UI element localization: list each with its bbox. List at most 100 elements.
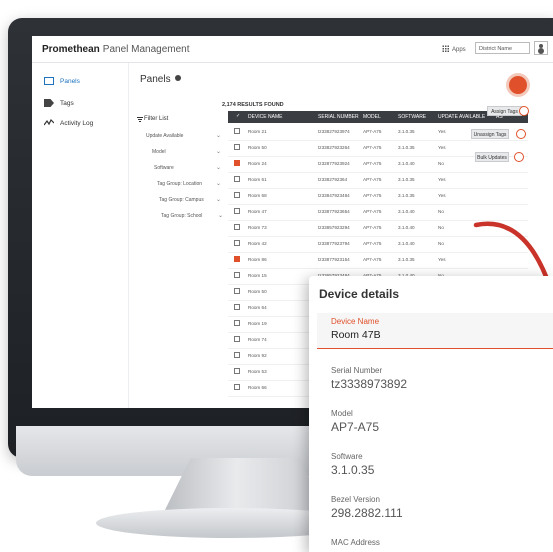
grid-icon (442, 45, 449, 52)
mac-address-label: MAC Address (331, 538, 380, 547)
row-checkbox[interactable] (234, 176, 240, 182)
cell-software: 3.1.0.40 (398, 241, 415, 246)
row-checkbox[interactable] (234, 384, 240, 390)
filter-software[interactable]: Software (154, 165, 174, 171)
col-serial-number[interactable]: SERIAL NUMBER (318, 114, 359, 120)
row-checkbox[interactable] (234, 352, 240, 358)
software-field: Software 3.1.0.35 (331, 452, 374, 477)
model-field: Model AP7-A75 (331, 409, 379, 434)
cell-update-available: Yes (438, 129, 446, 134)
filter-update-available[interactable]: Update Available (146, 133, 183, 139)
district-selector[interactable]: District Name (475, 42, 530, 54)
sidebar-item-activity-log[interactable]: Activity Log (44, 119, 93, 127)
table-header: ✓ DEVICE NAME SERIAL NUMBER MODEL SOFTWA… (228, 111, 528, 123)
row-checkbox[interactable] (234, 128, 240, 134)
cell-update-available: No (438, 161, 444, 166)
refresh-icon[interactable] (514, 152, 524, 162)
filter-model[interactable]: Model (152, 149, 166, 155)
row-checkbox[interactable] (234, 192, 240, 198)
cell-software: 3.1.0.40 (398, 225, 415, 230)
untag-icon[interactable] (516, 129, 526, 139)
page-title-text: Panels (140, 74, 171, 85)
row-checkbox[interactable] (234, 144, 240, 150)
serial-number-label: Serial Number (331, 366, 383, 375)
cell-update-available: Yes (438, 257, 446, 262)
chevron-down-icon[interactable]: ⌄ (218, 212, 223, 219)
info-icon[interactable] (174, 75, 181, 81)
brand-logo: Promethean (42, 43, 100, 55)
cell-device-name: Room 24 (248, 161, 267, 166)
row-checkbox[interactable] (234, 336, 240, 342)
col-device-name[interactable]: DEVICE NAME (248, 114, 282, 120)
row-checkbox[interactable] (234, 304, 240, 310)
select-all-check-icon[interactable]: ✓ (236, 113, 240, 119)
cell-device-name: Room 86 (248, 257, 267, 262)
activity-icon (44, 119, 54, 126)
sidebar-item-label: Panels (60, 77, 80, 85)
tag-icon[interactable] (519, 106, 529, 116)
table-row[interactable]: Room 68 tz33847923484 AP7-A75 3.1.0.35 Yes (228, 188, 528, 205)
filter-title: Filter List (144, 116, 169, 122)
cell-serial-number: tz33827923974 (318, 129, 350, 134)
device-name-field[interactable]: Device Name Room 47B (317, 313, 553, 349)
row-checkbox[interactable] (234, 256, 240, 262)
serial-number-value: tz3338973892 (331, 377, 408, 391)
software-value: 3.1.0.35 (331, 463, 375, 477)
cell-model: AP7-A75 (363, 161, 382, 166)
cell-device-name: Room 74 (248, 337, 267, 342)
chevron-down-icon[interactable]: ⌄ (216, 132, 221, 139)
bulk-updates-button[interactable]: Bulk Updates (475, 152, 509, 162)
cell-serial-number: tz33877923154 (318, 257, 350, 262)
bezel-version-label: Bezel Version (331, 495, 380, 504)
col-software[interactable]: SOFTWARE (398, 114, 426, 120)
table-row[interactable]: Room 61 tz3382792364 AP7-A75 3.1.0.35 Yes (228, 172, 528, 189)
assign-tags-button[interactable]: Assign Tags (487, 106, 522, 116)
cell-serial-number: tz33857923294 (318, 225, 350, 230)
page-title: Panels (140, 74, 181, 85)
cell-serial-number: tz33847923484 (318, 193, 350, 198)
cell-serial-number: tz3382792364 (318, 177, 348, 182)
row-checkbox[interactable] (234, 224, 240, 230)
chevron-down-icon[interactable]: ⌄ (216, 164, 221, 171)
row-checkbox[interactable] (234, 240, 240, 246)
row-checkbox[interactable] (234, 368, 240, 374)
cell-model: AP7-A75 (363, 241, 382, 246)
chevron-down-icon[interactable]: ⌄ (216, 148, 221, 155)
cell-software: 3.1.0.35 (398, 145, 415, 150)
bezel-version-field: Bezel Version 298.2882.111 (331, 495, 403, 520)
row-checkbox[interactable] (234, 160, 240, 166)
sidebar-item-tags[interactable]: Tags (44, 99, 74, 107)
col-update-available[interactable]: UPDATE AVAILABLE (438, 114, 485, 120)
row-checkbox[interactable] (234, 272, 240, 278)
sidebar-item-label: Activity Log (60, 119, 94, 127)
brand-subtitle: Panel Management (102, 43, 190, 55)
cell-model: AP7-A75 (363, 129, 382, 134)
cell-device-name: Room 66 (248, 385, 267, 390)
cell-update-available: No (438, 241, 444, 246)
cell-device-name: Room 61 (248, 177, 267, 182)
cell-software: 3.1.0.35 (398, 129, 415, 134)
filter-tag-school[interactable]: Tag Group: School (161, 213, 202, 219)
unassign-tags-button[interactable]: Unassign Tags (471, 129, 509, 139)
row-checkbox[interactable] (234, 208, 240, 214)
filter-tag-campus[interactable]: Tag Group: Campus (159, 197, 204, 203)
cell-update-available: No (438, 209, 444, 214)
cell-serial-number: tz33827923264 (318, 145, 350, 150)
filter-tag-location[interactable]: Tag Group: Location (157, 181, 202, 187)
apps-button[interactable]: Apps (442, 45, 466, 53)
col-model[interactable]: MODEL (363, 114, 381, 120)
cell-device-name: Room 68 (248, 193, 267, 198)
chevron-down-icon[interactable]: ⌄ (216, 180, 221, 187)
cell-device-name: Room 53 (248, 369, 267, 374)
model-label: Model (331, 409, 353, 418)
user-icon[interactable] (534, 41, 548, 55)
row-checkbox[interactable] (234, 320, 240, 326)
cell-update-available: No (438, 225, 444, 230)
row-checkbox[interactable] (234, 288, 240, 294)
menu-fab-button[interactable] (509, 76, 527, 94)
device-details-card: Device details Device Name Room 47B Seri… (309, 276, 553, 552)
cell-device-name: Room 73 (248, 225, 267, 230)
cell-device-name: Room 50 (248, 145, 267, 150)
sidebar-item-panels[interactable]: Panels (44, 77, 80, 85)
chevron-down-icon[interactable]: ⌄ (216, 196, 221, 203)
